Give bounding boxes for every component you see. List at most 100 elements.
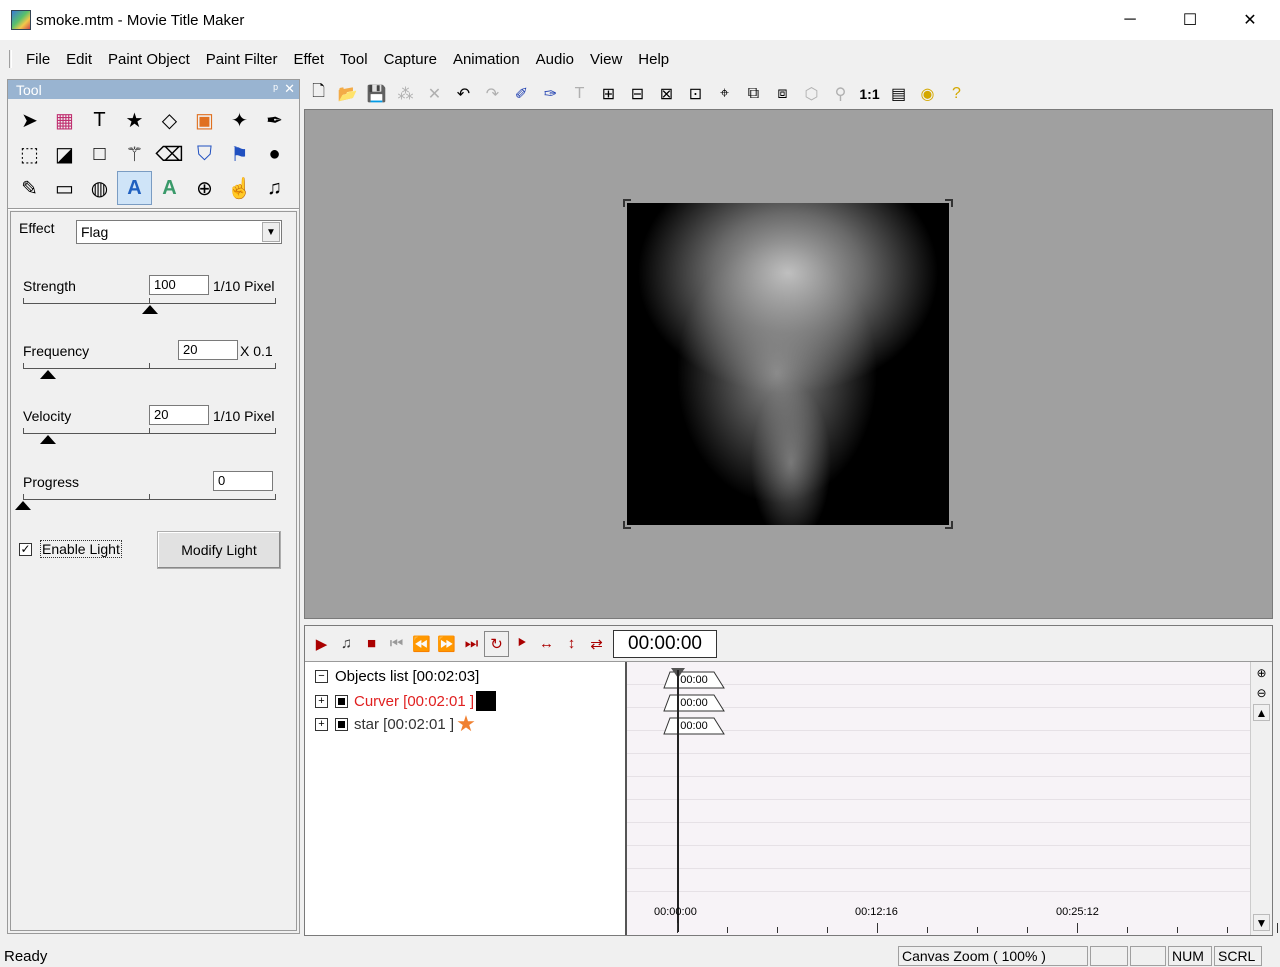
frequency-input[interactable]: 20 xyxy=(178,340,238,360)
spray-icon[interactable]: ⚑ xyxy=(222,137,257,171)
timeline-tracks[interactable]: 00:00 00:00 00:00 00:00:00 00:12:16 00:2… xyxy=(625,662,1278,935)
music-note-icon[interactable]: ♫ xyxy=(257,171,292,205)
menu-animation[interactable]: Animation xyxy=(445,51,528,68)
canvas-image[interactable] xyxy=(627,203,949,525)
help-icon[interactable]: ? xyxy=(942,81,971,107)
play-selection-icon[interactable]: ⯈ xyxy=(509,631,534,657)
frame-icon[interactable]: ▭ xyxy=(47,171,82,205)
text-tool-icon[interactable]: T xyxy=(82,103,117,137)
drop-icon[interactable]: ● xyxy=(257,137,292,171)
objects-list-header[interactable]: − Objects list [00:02:03] xyxy=(315,668,479,685)
brush-icon[interactable]: ✐ xyxy=(507,81,536,107)
object-label[interactable]: star [00:02:01 ] xyxy=(354,716,454,733)
keyframe-label[interactable]: 00:00 xyxy=(663,718,725,734)
strength-input[interactable]: 100 xyxy=(149,275,209,295)
chevron-down-icon[interactable]: ▼ xyxy=(262,222,280,242)
brush-alt-icon[interactable]: ✑ xyxy=(536,81,565,107)
hand-icon[interactable]: ☝ xyxy=(222,171,257,205)
bring-front-icon[interactable]: ⧉ xyxy=(739,81,768,107)
menu-help[interactable]: Help xyxy=(630,51,677,68)
velocity-slider-thumb[interactable] xyxy=(40,435,57,444)
resize-handle[interactable] xyxy=(945,199,953,207)
velocity-input[interactable]: 20 xyxy=(149,405,209,425)
zoom-in-icon[interactable]: ⊕ xyxy=(1253,664,1270,681)
star-shape-icon[interactable]: ★ xyxy=(117,103,152,137)
progress-slider[interactable] xyxy=(23,494,276,500)
frequency-slider-thumb[interactable] xyxy=(40,370,57,379)
keyframe-label[interactable]: 00:00 xyxy=(663,695,725,711)
enable-light-checkbox[interactable]: ✓ xyxy=(19,543,32,556)
properties-icon[interactable]: ▤ xyxy=(884,81,913,107)
visibility-toggle[interactable] xyxy=(335,694,348,708)
list-item[interactable]: + star [00:02:01 ] ★ xyxy=(315,713,476,735)
modify-light-button[interactable]: Modify Light xyxy=(157,531,281,569)
effect-select[interactable]: Flag ▼ xyxy=(76,220,282,244)
collapse-icon[interactable]: − xyxy=(315,670,328,683)
paint-bucket-icon[interactable]: ⛉ xyxy=(187,137,222,171)
text-pattern-icon[interactable]: A xyxy=(152,171,187,205)
scroll-down-icon[interactable]: ▼ xyxy=(1253,914,1270,931)
menu-effet[interactable]: Effet xyxy=(285,51,332,68)
expand-icon[interactable]: + xyxy=(315,694,328,708)
menu-edit[interactable]: Edit xyxy=(58,51,100,68)
enable-light-label[interactable]: Enable Light xyxy=(40,540,122,558)
menu-view[interactable]: View xyxy=(582,51,630,68)
strength-slider[interactable] xyxy=(23,298,276,304)
circle-icon[interactable]: ◉ xyxy=(913,81,942,107)
vertical-resize-icon[interactable]: ↕ xyxy=(559,631,584,657)
resize-handle[interactable] xyxy=(623,199,631,207)
list-item[interactable]: + Curver [00:02:01 ] xyxy=(315,691,497,711)
actual-size-icon[interactable]: 1:1 xyxy=(855,81,884,107)
center-icon[interactable]: ⌖ xyxy=(710,81,739,107)
undo-icon[interactable]: ↶ xyxy=(449,81,478,107)
menu-capture[interactable]: Capture xyxy=(376,51,445,68)
new-file-icon[interactable]: 🗋 xyxy=(304,81,333,107)
send-back-icon[interactable]: ⧈ xyxy=(768,81,797,107)
sparkle-pen-icon[interactable]: ✦ xyxy=(222,103,257,137)
rewind-icon[interactable]: ⏪ xyxy=(409,631,434,657)
playhead[interactable] xyxy=(677,670,679,932)
wand-icon[interactable]: ⚲ xyxy=(826,81,855,107)
color-bars-icon[interactable]: ▦ xyxy=(47,103,82,137)
zoom-icon[interactable]: ⊕ xyxy=(187,171,222,205)
align-bottom-icon[interactable]: ⊡ xyxy=(681,81,710,107)
blur-icon[interactable]: ◍ xyxy=(82,171,117,205)
maximize-button[interactable]: ☐ xyxy=(1160,0,1220,40)
menu-paint-filter[interactable]: Paint Filter xyxy=(198,51,286,68)
rectangle-icon[interactable]: □ xyxy=(82,137,117,171)
select-arrow-icon[interactable]: ➤ xyxy=(12,103,47,137)
pen-icon[interactable]: ✒ xyxy=(257,103,292,137)
progress-slider-thumb[interactable] xyxy=(15,501,31,510)
eyedropper-icon[interactable]: ✎ xyxy=(12,171,47,205)
transform-icon[interactable]: ◇ xyxy=(152,103,187,137)
object-label[interactable]: Curver [00:02:01 ] xyxy=(354,693,474,710)
align-top-icon[interactable]: ⊠ xyxy=(652,81,681,107)
open-folder-icon[interactable]: 📂 xyxy=(333,81,362,107)
audio-note-icon[interactable]: ♫ xyxy=(334,631,359,657)
play-icon[interactable]: ▶ xyxy=(309,631,334,657)
save-icon[interactable]: 💾 xyxy=(362,81,391,107)
horizontal-resize-icon[interactable]: ↔ xyxy=(534,631,559,657)
strength-slider-thumb[interactable] xyxy=(141,305,158,314)
close-button[interactable]: ✕ xyxy=(1220,0,1280,40)
minimize-button[interactable]: ─ xyxy=(1100,0,1160,40)
scroll-up-icon[interactable]: ▲ xyxy=(1253,704,1270,721)
group-icon[interactable]: ⬡ xyxy=(797,81,826,107)
fast-forward-icon[interactable]: ⏩ xyxy=(434,631,459,657)
align-right-icon[interactable]: ⊟ xyxy=(623,81,652,107)
pin-icon[interactable]: ᵖ xyxy=(273,81,278,97)
expand-icon[interactable]: + xyxy=(315,717,328,731)
paint-icon[interactable]: ⁂ xyxy=(391,81,420,107)
text-effect-icon[interactable]: A xyxy=(117,171,152,205)
progress-input[interactable]: 0 xyxy=(213,471,273,491)
magic-wand-icon[interactable]: ⚚ xyxy=(117,137,152,171)
menu-file[interactable]: File xyxy=(18,51,58,68)
frequency-slider[interactable] xyxy=(23,363,276,369)
image-object-icon[interactable]: ▣ xyxy=(187,103,222,137)
color-swap-icon[interactable]: ◪ xyxy=(47,137,82,171)
menu-tool[interactable]: Tool xyxy=(332,51,376,68)
menu-audio[interactable]: Audio xyxy=(528,51,582,68)
repeat-icon[interactable]: ⇄ xyxy=(584,631,609,657)
menu-paint-object[interactable]: Paint Object xyxy=(100,51,198,68)
visibility-toggle[interactable] xyxy=(335,717,348,731)
